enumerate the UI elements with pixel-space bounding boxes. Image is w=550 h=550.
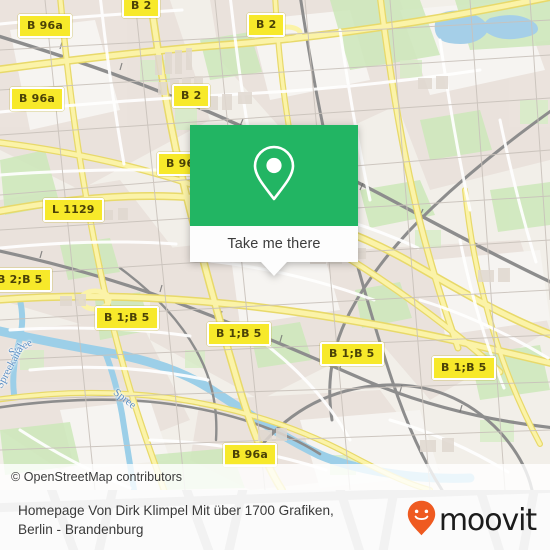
road-shield: B 1;B 5 [432,356,496,380]
osm-attribution-text[interactable]: © OpenStreetMap contributors [0,470,182,484]
road-shield: L 1129 [43,198,104,222]
moovit-wordmark: moovit [438,502,537,538]
callout-action-area[interactable]: Take me there [190,226,358,276]
map-canvas[interactable]: B 96a B 2 B 2 B 96a B 2 B 96a L 1129 B 2… [0,0,550,490]
map-attribution-bar: © OpenStreetMap contributors [0,464,550,490]
moovit-smiley-pin-icon [407,500,436,541]
callout-pointer [261,262,287,276]
place-title: Homepage Von Dirk Klimpel Mit über 1700 … [18,501,334,539]
road-shield: B 96a [18,14,72,38]
road-shield: B 96a [10,87,64,111]
take-me-there-label: Take me there [227,236,321,252]
road-shield: B 2 [247,13,286,37]
road-shield: B 1;B 5 [207,322,271,346]
moovit-logo[interactable]: moovit [407,500,537,541]
place-title-line2: Berlin - Brandenburg [18,522,144,537]
footer-bar: Homepage Von Dirk Klimpel Mit über 1700 … [0,490,550,550]
road-shield: B 2;B 5 [0,268,52,292]
destination-callout[interactable]: Take me there [190,125,358,276]
road-shield: B 1;B 5 [95,306,159,330]
map-share-card: B 96a B 2 B 2 B 96a B 2 B 96a L 1129 B 2… [0,0,550,550]
road-shield: B 2 [122,0,161,18]
map-pin-icon [251,144,297,207]
road-shield: B 2 [172,84,211,108]
place-title-line1: Homepage Von Dirk Klimpel Mit über 1700 … [18,503,334,518]
callout-image-area [190,125,358,226]
road-shield: B 1;B 5 [320,342,384,366]
